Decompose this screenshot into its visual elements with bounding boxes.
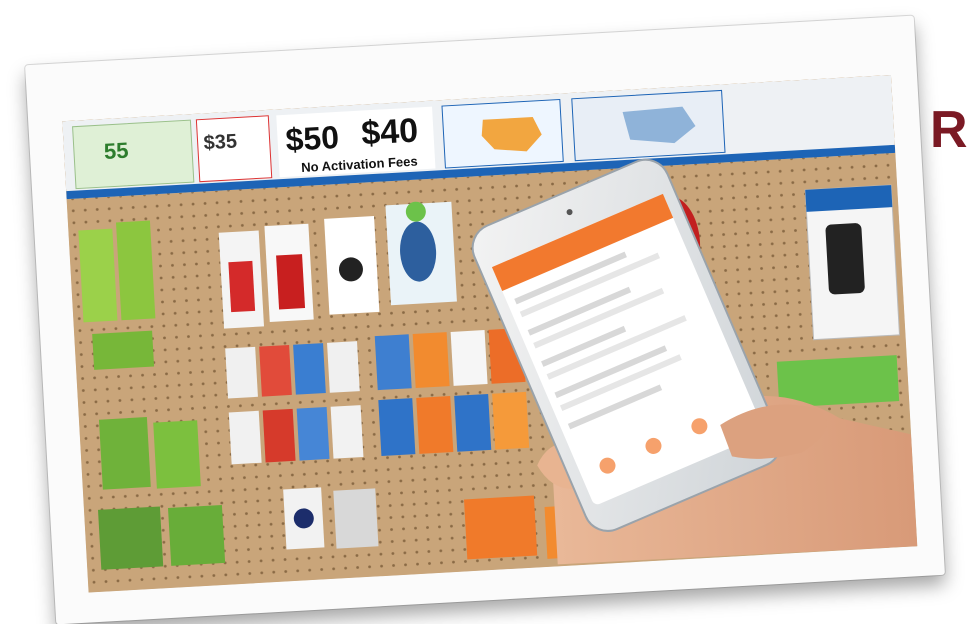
store-photo: 55 $35 $50 $40 No Activation Fees (62, 74, 918, 593)
photo-card: 55 $35 $50 $40 No Activation Fees (25, 15, 945, 624)
side-letter: R (930, 101, 968, 159)
sign-price-b: $35 (203, 131, 238, 155)
sign-price-c: $50 (285, 119, 340, 158)
page-stage: R 55 $35 $50 $40 No Activation Fees (0, 0, 968, 624)
store-scene: 55 $35 $50 $40 No Activation Fees (62, 74, 918, 593)
sign-price-a: 55 (103, 138, 129, 164)
sign-price-d: $40 (360, 111, 419, 152)
